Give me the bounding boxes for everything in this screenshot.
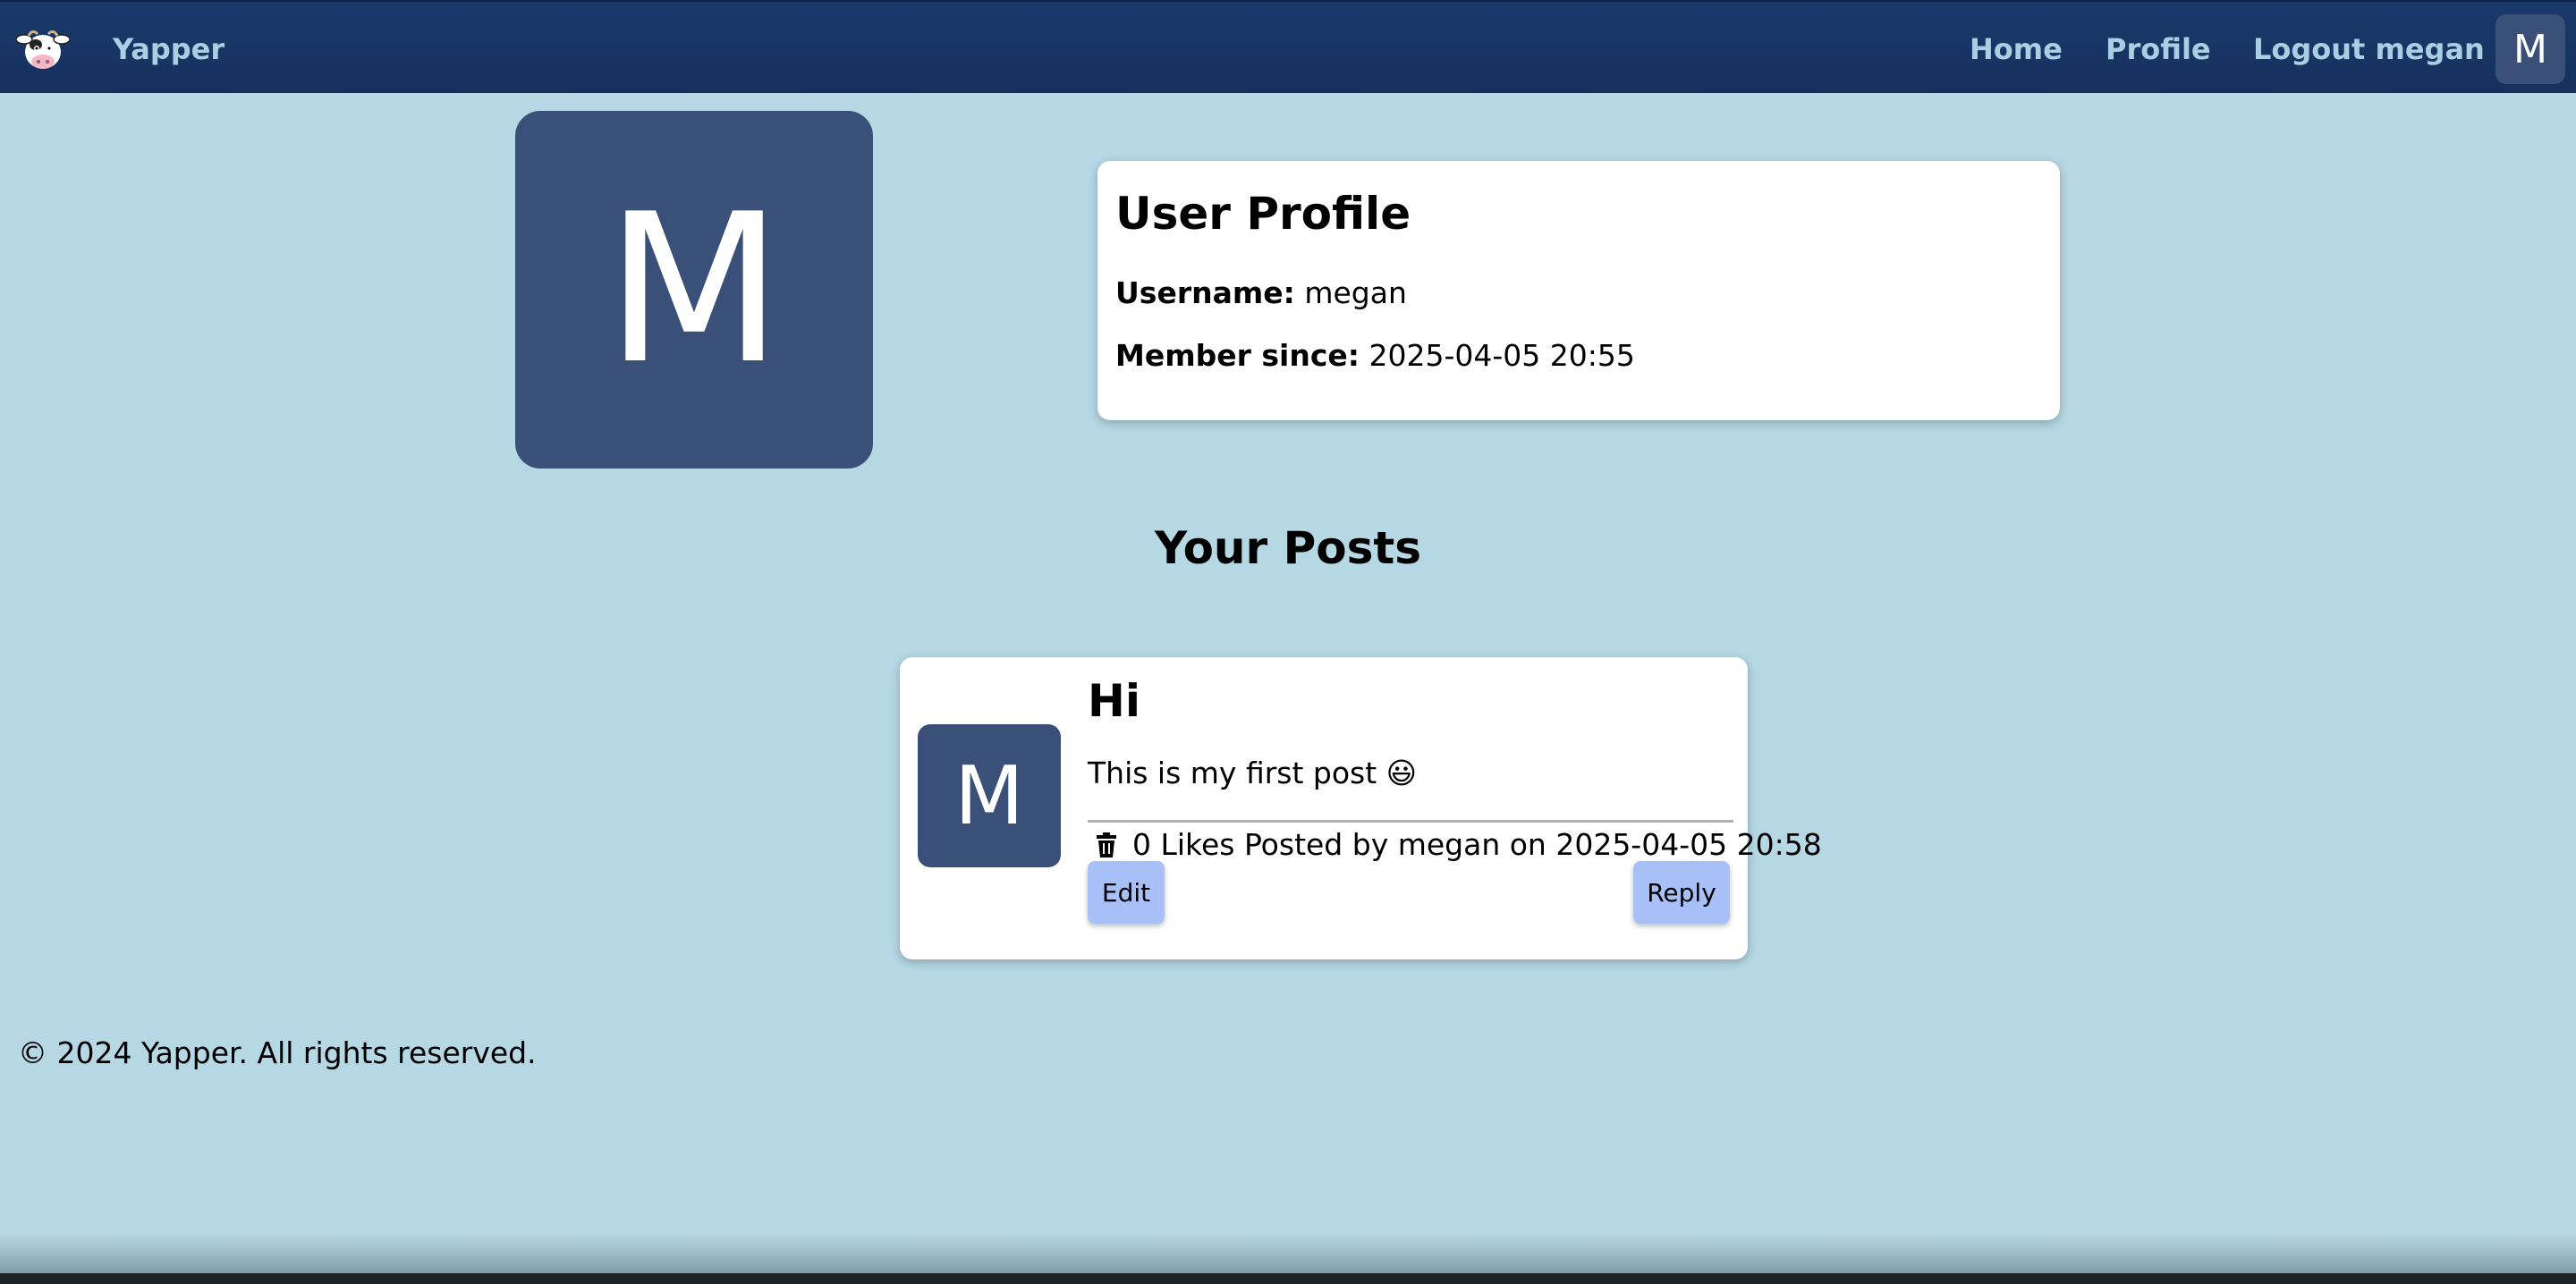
post-title: Hi (1088, 675, 1140, 727)
cow-logo-icon[interactable] (16, 25, 70, 72)
nav-home-link[interactable]: Home (1970, 32, 2063, 66)
username-label: Username: (1115, 275, 1295, 310)
username-row: Username: megan (1115, 275, 1407, 310)
user-profile-card: User Profile Username: megan Member sinc… (1097, 161, 2060, 420)
username-value: megan (1304, 275, 1407, 310)
bottom-edge (0, 1273, 2576, 1284)
footer-text: © 2024 Yapper. All rights reserved. (18, 1035, 537, 1070)
trash-icon[interactable] (1097, 832, 1116, 857)
member-since-row: Member since: 2025-04-05 20:55 (1115, 338, 1635, 373)
nav-profile-link[interactable]: Profile (2106, 32, 2211, 66)
nav-logout-link[interactable]: Logout megan (2253, 32, 2485, 66)
edit-button[interactable]: Edit (1088, 861, 1165, 924)
profile-title: User Profile (1115, 188, 1411, 240)
post-card: M Hi This is my first post 😃 0 Likes Pos… (900, 657, 1822, 959)
post-meta: 0 Likes Posted by megan on 2025-04-05 20… (1088, 827, 1822, 862)
post-avatar: M (918, 724, 1061, 867)
posts-heading: Your Posts (1154, 522, 1422, 574)
reply-button[interactable]: Reply (1633, 861, 1730, 924)
member-since-value: 2025-04-05 20:55 (1368, 338, 1635, 373)
user-avatar[interactable]: M (2496, 14, 2565, 84)
post-body: This is my first post 😃 (1088, 756, 1418, 790)
member-since-label: Member since: (1115, 338, 1360, 373)
post-divider (1088, 820, 1733, 823)
profile-avatar: M (515, 111, 873, 469)
top-navbar: Yapper Home Profile Logout megan M (0, 0, 2576, 93)
brand-name[interactable]: Yapper (113, 32, 225, 66)
post-meta-text: 0 Likes Posted by megan on 2025-04-05 20… (1132, 827, 1822, 862)
